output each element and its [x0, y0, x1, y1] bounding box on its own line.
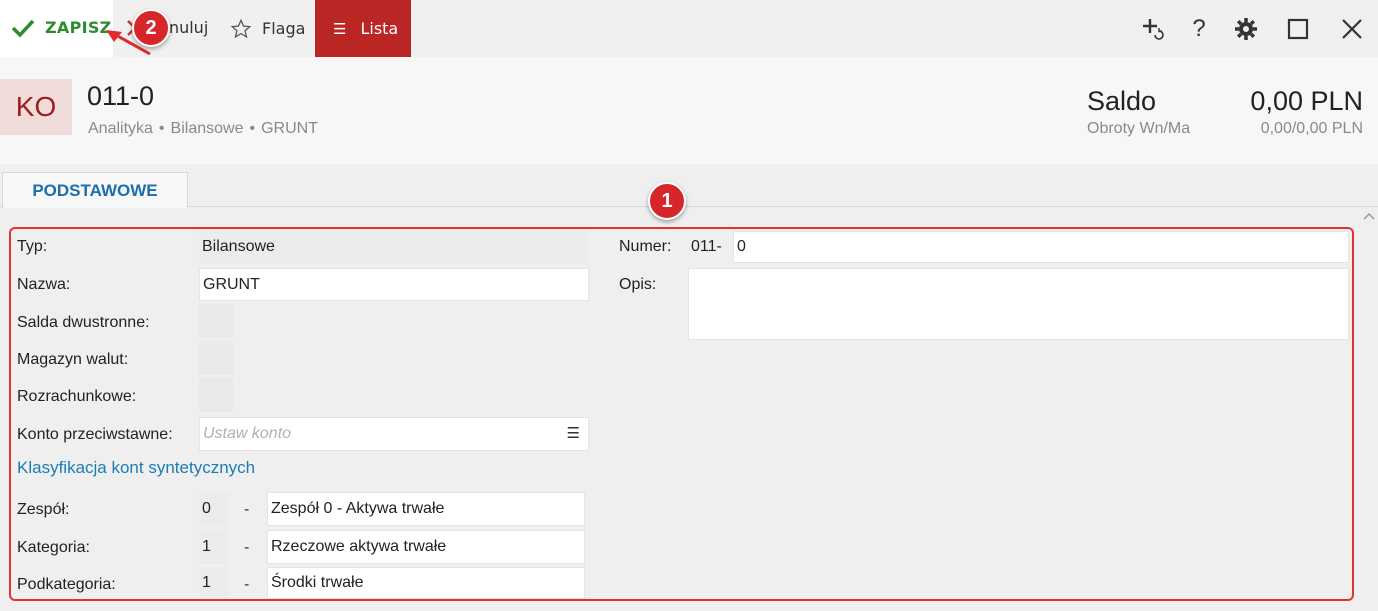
zespol-name: Zespół 0 - Aktywa trwałe: [267, 492, 585, 526]
obroty-label: Obroty Wn/Ma: [1087, 120, 1191, 137]
podkategoria-code: 1: [199, 567, 229, 599]
chevron-up-icon[interactable]: [1362, 210, 1376, 222]
close-window-icon: [1342, 19, 1362, 39]
kategoria-label: Kategoria:: [17, 539, 90, 556]
saldo-value: 0,00 PLN: [1250, 86, 1363, 116]
account-header: KO 011-0 Analityka • Bilansowe • GRUNT Saldo…: [0, 57, 1378, 164]
rozrachunkowe-checkbox[interactable]: [199, 378, 233, 412]
magazyn-label: Magazyn walut:: [17, 351, 129, 368]
breadcrumb-item: Bilansowe: [170, 120, 244, 137]
konto-label: Konto przeciwstawne:: [17, 426, 173, 443]
salda-label: Salda dwustronne:: [17, 314, 150, 331]
numer-input[interactable]: 0: [733, 231, 1349, 263]
rozrachunkowe-label: Rozrachunkowe:: [17, 388, 137, 405]
list-button[interactable]: ☰ Lista: [315, 0, 411, 57]
toolbar: ZAPISZ Anuluj Flaga ☰ Lista ?: [0, 0, 1378, 57]
breadcrumb-item: Analityka: [88, 120, 153, 137]
nazwa-input[interactable]: GRUNT: [199, 268, 589, 301]
kategoria-name: Rzeczowe aktywa trwałe: [267, 530, 585, 564]
marker-2: 2: [132, 9, 170, 47]
list-label: Lista: [360, 19, 399, 38]
breadcrumb-item: GRUNT: [261, 120, 318, 137]
obroty-value: 0,00/0,00 PLN: [1260, 120, 1363, 137]
page-title: 011-0: [87, 81, 155, 111]
gear-icon: [1235, 18, 1257, 40]
save-button[interactable]: ZAPISZ: [0, 0, 113, 57]
dash: -: [244, 576, 250, 593]
zespol-label: Zespół:: [17, 501, 70, 518]
podkategoria-name: Środki trwałe: [267, 567, 585, 599]
breadcrumb: Analityka • Bilansowe • GRUNT: [88, 120, 318, 137]
dash: -: [244, 539, 250, 556]
menu-icon[interactable]: ☰: [567, 424, 580, 442]
maximize-icon: [1287, 18, 1309, 40]
star-icon: [230, 18, 252, 38]
typ-field: Bilansowe: [199, 231, 589, 263]
magazyn-checkbox[interactable]: [199, 341, 233, 375]
help-button[interactable]: ?: [1184, 14, 1214, 44]
klasyfikacja-link[interactable]: Klasyfikacja kont syntetycznych: [17, 458, 255, 478]
add-refresh-icon: [1143, 19, 1164, 40]
flag-label: Flaga: [262, 19, 306, 38]
kategoria-code: 1: [199, 530, 229, 564]
settings-button[interactable]: [1231, 14, 1261, 44]
opis-label: Opis:: [619, 276, 657, 293]
numer-label: Numer:: [619, 238, 672, 255]
saldo-label: Saldo: [1087, 86, 1157, 116]
tab-podstawowe[interactable]: PODSTAWOWE: [2, 172, 188, 208]
help-icon: ?: [1192, 15, 1206, 42]
typ-label: Typ:: [17, 238, 48, 255]
zespol-code: 0: [199, 492, 229, 526]
flag-button[interactable]: Flaga: [230, 0, 305, 57]
nazwa-label: Nazwa:: [17, 276, 71, 293]
salda-checkbox[interactable]: [199, 304, 233, 338]
check-icon: [11, 19, 35, 38]
opis-textarea[interactable]: [688, 268, 1349, 340]
tab-bar: PODSTAWOWE: [0, 164, 1378, 208]
podkategoria-label: Podkategoria:: [17, 576, 116, 593]
numer-prefix: 011-: [691, 238, 722, 255]
avatar: KO: [0, 79, 72, 135]
add-refresh-button[interactable]: [1138, 14, 1168, 44]
dash: -: [244, 501, 250, 518]
maximize-button[interactable]: [1283, 14, 1313, 44]
konto-input[interactable]: Ustaw konto ☰: [199, 417, 589, 451]
konto-placeholder: Ustaw konto: [203, 425, 292, 442]
close-window-button[interactable]: [1337, 14, 1367, 44]
marker-1: 1: [648, 182, 686, 220]
menu-icon: ☰: [333, 19, 347, 38]
